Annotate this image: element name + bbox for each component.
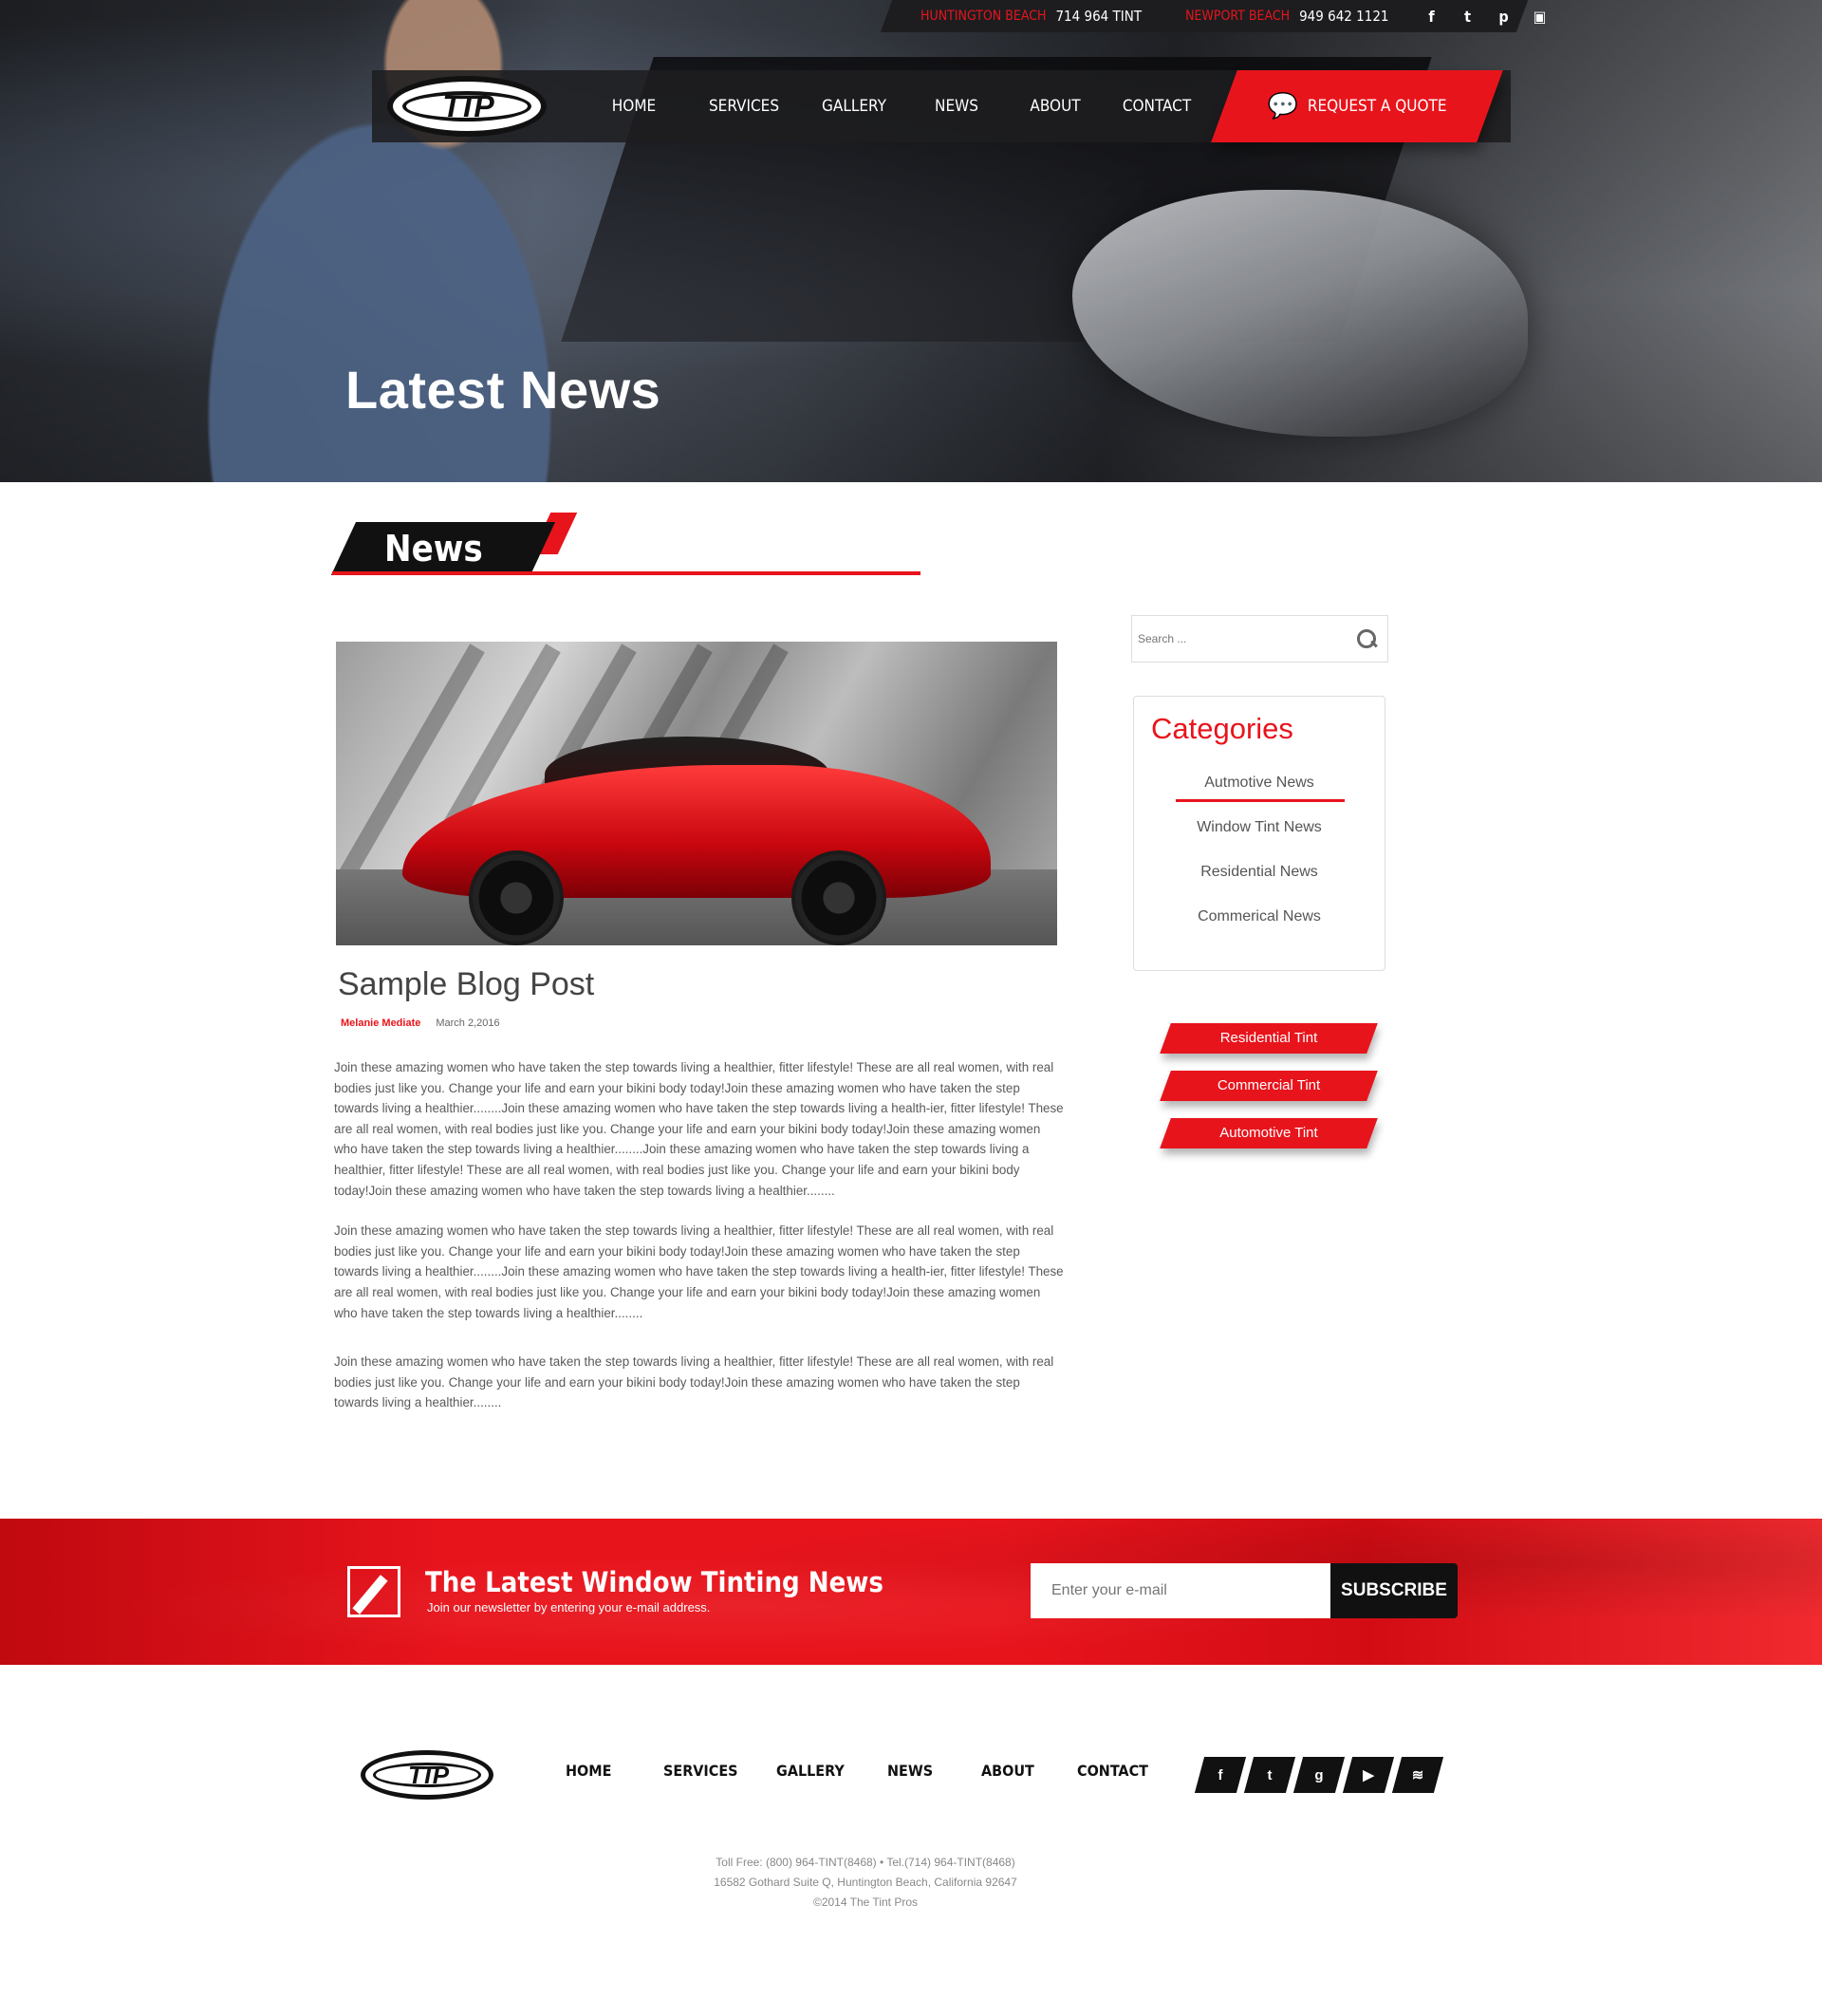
hero-divider: [0, 482, 1822, 490]
footer-logo[interactable]: TTP: [361, 1750, 493, 1800]
topbar: HUNTINGTON BEACH 714 964 TINT NEWPORT BE…: [920, 0, 1549, 32]
facebook-icon[interactable]: f: [1423, 8, 1441, 26]
car-front-wheel: [791, 850, 886, 945]
post-paragraph: Join these amazing women who have taken …: [334, 1060, 1064, 1198]
footer-address-line: 16582 Gothard Suite Q, Huntington Beach,…: [714, 1876, 1017, 1889]
tile-glyph: ≋: [1411, 1767, 1424, 1783]
section-header: News: [330, 513, 920, 579]
tile-glyph: ▶: [1363, 1767, 1374, 1783]
nav-about[interactable]: ABOUT: [1006, 70, 1105, 142]
residential-tint-button[interactable]: Residential Tint: [1160, 1023, 1378, 1054]
edit-note-icon: [347, 1566, 400, 1617]
button-label: Residential Tint: [1219, 1030, 1318, 1046]
categories-widget: Categories Autmotive News Window Tint Ne…: [1133, 696, 1385, 971]
pinterest-icon[interactable]: p: [1496, 8, 1513, 26]
newsletter-band: [0, 1519, 1822, 1665]
post-paragraph: Join these amazing women who have taken …: [334, 1223, 1064, 1320]
footer-social-links: f t g ▶ ≋: [1194, 1757, 1444, 1793]
chat-bubbles-icon: 💬: [1267, 92, 1298, 121]
newsletter-background-pattern: [0, 1519, 1822, 1665]
footer-nav-about[interactable]: ABOUT: [981, 1762, 1077, 1780]
nav-gallery[interactable]: GALLERY: [801, 70, 907, 142]
nav-news[interactable]: NEWS: [907, 70, 1006, 142]
footer-phone-line: Toll Free: (800) 964-TINT(8468) • Tel.(7…: [716, 1856, 1015, 1869]
twitter-icon[interactable]: t: [1459, 8, 1477, 26]
location-huntington-phone[interactable]: 714 964 TINT: [1055, 8, 1142, 25]
post-date: March 2,2016: [436, 1017, 500, 1029]
quote-button-content: 💬 REQUEST A QUOTE: [1224, 70, 1490, 142]
categories-title: Categories: [1151, 712, 1293, 745]
footer-nav-services[interactable]: SERVICES: [663, 1762, 776, 1780]
nav-services[interactable]: SERVICES: [687, 70, 801, 142]
car-rear-wheel: [469, 850, 564, 945]
logo-text: TTP: [442, 89, 493, 123]
footer-nav: HOME SERVICES GALLERY NEWS ABOUT CONTACT: [566, 1762, 1172, 1780]
post-featured-image[interactable]: [336, 642, 1057, 945]
post-body: Join these amazing women who have taken …: [334, 1057, 1065, 1433]
category-residential-news[interactable]: Residential News: [1134, 862, 1385, 906]
footer-copyright: ©2014 The Tint Pros: [812, 1895, 918, 1909]
request-quote-button[interactable]: 💬 REQUEST A QUOTE: [1211, 70, 1503, 142]
footer-nav-news[interactable]: NEWS: [887, 1762, 981, 1780]
button-label: Automotive Tint: [1219, 1125, 1318, 1141]
site-logo[interactable]: TTP: [387, 76, 547, 137]
hero-title: Latest News: [345, 360, 661, 420]
commercial-tint-button[interactable]: Commercial Tint: [1160, 1071, 1378, 1101]
newsletter-email-input[interactable]: [1031, 1563, 1330, 1618]
footer-info: Toll Free: (800) 964-TINT(8468) • Tel.(7…: [0, 1853, 1731, 1913]
search-input[interactable]: [1132, 616, 1322, 662]
google-plus-icon[interactable]: g: [1292, 1757, 1346, 1793]
post-paragraph: Join these amazing women who have taken …: [334, 1354, 1054, 1410]
red-sports-car: [402, 737, 991, 945]
newsletter-title: The Latest Window Tinting News: [425, 1566, 883, 1598]
automotive-tint-button[interactable]: Automotive Tint: [1160, 1118, 1378, 1148]
tile-glyph: f: [1218, 1766, 1223, 1783]
footer-nav-home[interactable]: HOME: [566, 1762, 663, 1780]
youtube-icon[interactable]: ▶: [1342, 1757, 1395, 1793]
category-automotive-news[interactable]: Autmotive News: [1134, 773, 1385, 817]
categories-list: Autmotive News Window Tint News Resident…: [1134, 773, 1385, 951]
facebook-icon[interactable]: f: [1194, 1757, 1247, 1793]
subscribe-button[interactable]: SUBSCRIBE: [1330, 1563, 1458, 1618]
topbar-social-links: f t p ▣: [1423, 8, 1549, 26]
rss-icon[interactable]: ≋: [1391, 1757, 1444, 1793]
main-nav: HOME SERVICES GALLERY NEWS ABOUT CONTACT: [581, 70, 1209, 142]
location-newport-phone[interactable]: 949 642 1121: [1299, 8, 1388, 25]
category-commercial-news[interactable]: Commerical News: [1134, 906, 1385, 951]
instagram-icon[interactable]: ▣: [1532, 8, 1549, 26]
footer-logo-text: TTP: [407, 1761, 449, 1789]
post-title[interactable]: Sample Blog Post: [338, 966, 594, 1003]
footer-nav-gallery[interactable]: GALLERY: [776, 1762, 887, 1780]
search-icon[interactable]: [1355, 627, 1378, 650]
tile-glyph: g: [1314, 1766, 1324, 1783]
search-box: [1131, 615, 1388, 663]
post-meta: Melanie Mediate March 2,2016: [341, 1017, 500, 1029]
nav-contact[interactable]: CONTACT: [1105, 70, 1209, 142]
post-author[interactable]: Melanie Mediate: [341, 1017, 420, 1029]
twitter-icon[interactable]: t: [1243, 1757, 1296, 1793]
section-title: News: [384, 528, 483, 569]
location-newport-label: NEWPORT BEACH: [1185, 9, 1291, 24]
location-huntington-label: HUNTINGTON BEACH: [920, 9, 1047, 24]
footer-nav-contact[interactable]: CONTACT: [1077, 1762, 1172, 1780]
tile-glyph: t: [1267, 1766, 1273, 1783]
nav-home[interactable]: HOME: [581, 70, 687, 142]
tint-service-buttons: Residential Tint Commercial Tint Automot…: [1160, 1023, 1378, 1166]
category-window-tint-news[interactable]: Window Tint News: [1134, 817, 1385, 862]
quote-button-label: REQUEST A QUOTE: [1307, 97, 1447, 116]
button-label: Commercial Tint: [1217, 1077, 1321, 1093]
section-underline: [332, 571, 920, 575]
newsletter-subtitle: Join our newsletter by entering your e-m…: [427, 1600, 711, 1615]
